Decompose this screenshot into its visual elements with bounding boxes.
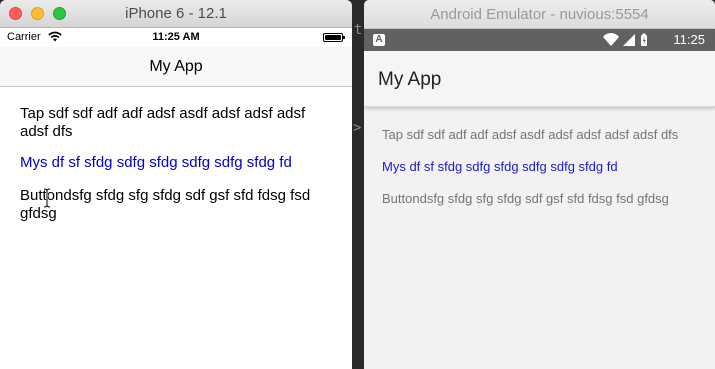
android-page-title: My App bbox=[378, 69, 442, 90]
ios-window-titlebar[interactable]: iPhone 6 - 12.1 bbox=[0, 0, 352, 28]
android-tap-label[interactable]: Tap sdf sdf adf adf adsf asdf adsf adsf … bbox=[382, 127, 697, 143]
android-app-bar: My App bbox=[364, 51, 715, 107]
android-status-time: 11:25 bbox=[673, 32, 705, 47]
android-status-bar: A 11:25 bbox=[364, 29, 715, 51]
notification-icon: A bbox=[373, 34, 385, 46]
page-title: My App bbox=[149, 58, 203, 75]
ios-status-bar: Carrier 11:25 AM bbox=[0, 28, 352, 47]
tap-label[interactable]: Tap sdf sdf adf adf adsf asdf adsf adsf … bbox=[20, 105, 332, 141]
android-window-titlebar[interactable]: Android Emulator - nuvious:5554 bbox=[364, 0, 715, 29]
ios-navigation-bar: My App bbox=[0, 47, 352, 87]
button-label[interactable]: Buttondsfg sfdg sfg sfdg sdf gsf sfd fds… bbox=[20, 187, 332, 223]
android-emulator-window: Android Emulator - nuvious:5554 A 11:25 … bbox=[364, 0, 715, 369]
ios-content: Tap sdf sdf adf adf adsf asdf adsf adsf … bbox=[0, 87, 352, 223]
text-cursor-icon bbox=[43, 188, 51, 208]
background-glyph-t: t bbox=[354, 22, 363, 38]
ios-window-title: iPhone 6 - 12.1 bbox=[125, 5, 227, 22]
battery-icon bbox=[323, 33, 345, 42]
ios-simulator-window: iPhone 6 - 12.1 Carrier 11:25 AM My App … bbox=[0, 0, 352, 369]
signal-icon bbox=[603, 33, 647, 46]
status-time: 11:25 AM bbox=[152, 31, 200, 43]
desktop-background: t > bbox=[352, 0, 364, 369]
android-content: Tap sdf sdf adf adf adsf asdf adsf adsf … bbox=[364, 107, 715, 207]
background-glyph-chevron: > bbox=[353, 120, 362, 136]
android-link-label[interactable]: Mys df sf sfdg sdfg sfdg sdfg sdfg sfdg … bbox=[382, 159, 697, 175]
android-button-label[interactable]: Buttondsfg sfdg sfg sfdg sdf gsf sfd fds… bbox=[382, 191, 697, 207]
link-label[interactable]: Mys df sf sfdg sdfg sfdg sdfg sdfg sfdg … bbox=[20, 154, 332, 172]
android-window-title: Android Emulator - nuvious:5554 bbox=[430, 6, 649, 23]
